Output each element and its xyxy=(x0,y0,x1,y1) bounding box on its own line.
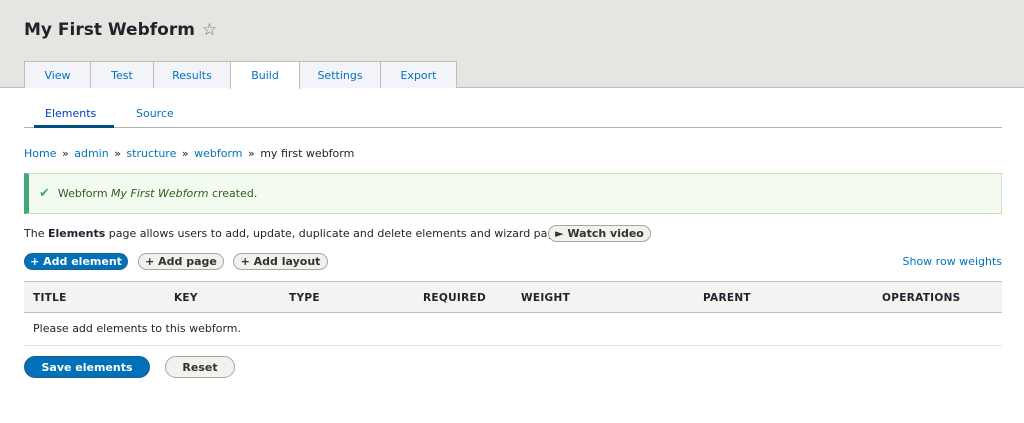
page-description: The Elements page allows users to add, u… xyxy=(24,227,571,240)
secondary-tabs: Elements Source xyxy=(24,101,1002,128)
check-icon: ✔ xyxy=(39,186,50,201)
page-header: My First Webform ☆ View Test Results Bui… xyxy=(0,0,1024,89)
page-title-text: My First Webform xyxy=(24,20,195,40)
subtab-elements[interactable]: Elements xyxy=(45,107,96,120)
watch-video-button[interactable]: ► Watch video xyxy=(548,225,651,242)
table-header: TITLE KEY TYPE REQUIRED WEIGHT PARENT OP… xyxy=(24,281,1002,313)
column-header-parent[interactable]: PARENT xyxy=(703,292,751,304)
tab-view[interactable]: View xyxy=(24,61,91,88)
add-page-button[interactable]: + Add page xyxy=(138,253,224,270)
breadcrumb-separator: » xyxy=(247,147,255,160)
breadcrumb-structure[interactable]: structure xyxy=(126,147,176,160)
active-subtab-indicator xyxy=(34,125,114,128)
empty-table-message: Please add elements to this webform. xyxy=(33,322,241,335)
status-message: ✔ Webform My First Webform created. xyxy=(24,173,1002,214)
elements-table: TITLE KEY TYPE REQUIRED WEIGHT PARENT OP… xyxy=(24,281,1002,346)
add-layout-button[interactable]: + Add layout xyxy=(233,253,328,270)
breadcrumb-home[interactable]: Home xyxy=(24,147,56,160)
tab-build[interactable]: Build xyxy=(230,61,300,89)
breadcrumb-webform[interactable]: webform xyxy=(194,147,242,160)
webform-name: My First Webform xyxy=(111,187,209,200)
description-strong: Elements xyxy=(47,227,106,240)
tab-settings[interactable]: Settings xyxy=(299,61,381,88)
breadcrumb-admin[interactable]: admin xyxy=(74,147,108,160)
star-icon[interactable]: ☆ xyxy=(202,21,217,39)
breadcrumb-current: my first webform xyxy=(260,147,355,160)
column-header-operations: OPERATIONS xyxy=(882,292,961,304)
breadcrumb-separator: » xyxy=(181,147,189,160)
tab-export[interactable]: Export xyxy=(380,61,457,88)
table-row: Please add elements to this webform. xyxy=(24,313,1002,346)
breadcrumb: Home » admin » structure » webform » my … xyxy=(24,147,354,160)
primary-tabs: View Test Results Build Settings Export xyxy=(24,61,457,89)
reset-button[interactable]: Reset xyxy=(165,356,235,378)
subtab-source[interactable]: Source xyxy=(136,107,174,120)
add-element-button[interactable]: + Add element xyxy=(24,253,128,270)
tab-test[interactable]: Test xyxy=(90,61,154,88)
status-message-text: Webform My First Webform created. xyxy=(57,187,258,200)
column-header-title[interactable]: TITLE xyxy=(33,292,67,304)
column-header-key[interactable]: KEY xyxy=(174,292,198,304)
breadcrumb-separator: » xyxy=(114,147,121,160)
column-header-type[interactable]: TYPE xyxy=(289,292,320,304)
show-row-weights-link[interactable]: Show row weights xyxy=(903,255,1003,268)
column-header-required[interactable]: REQUIRED xyxy=(423,292,486,304)
page-title: My First Webform ☆ xyxy=(24,20,217,40)
tab-results[interactable]: Results xyxy=(153,61,231,88)
save-elements-button[interactable]: Save elements xyxy=(24,356,150,378)
column-header-weight[interactable]: WEIGHT xyxy=(521,292,570,304)
breadcrumb-separator: » xyxy=(61,147,69,160)
